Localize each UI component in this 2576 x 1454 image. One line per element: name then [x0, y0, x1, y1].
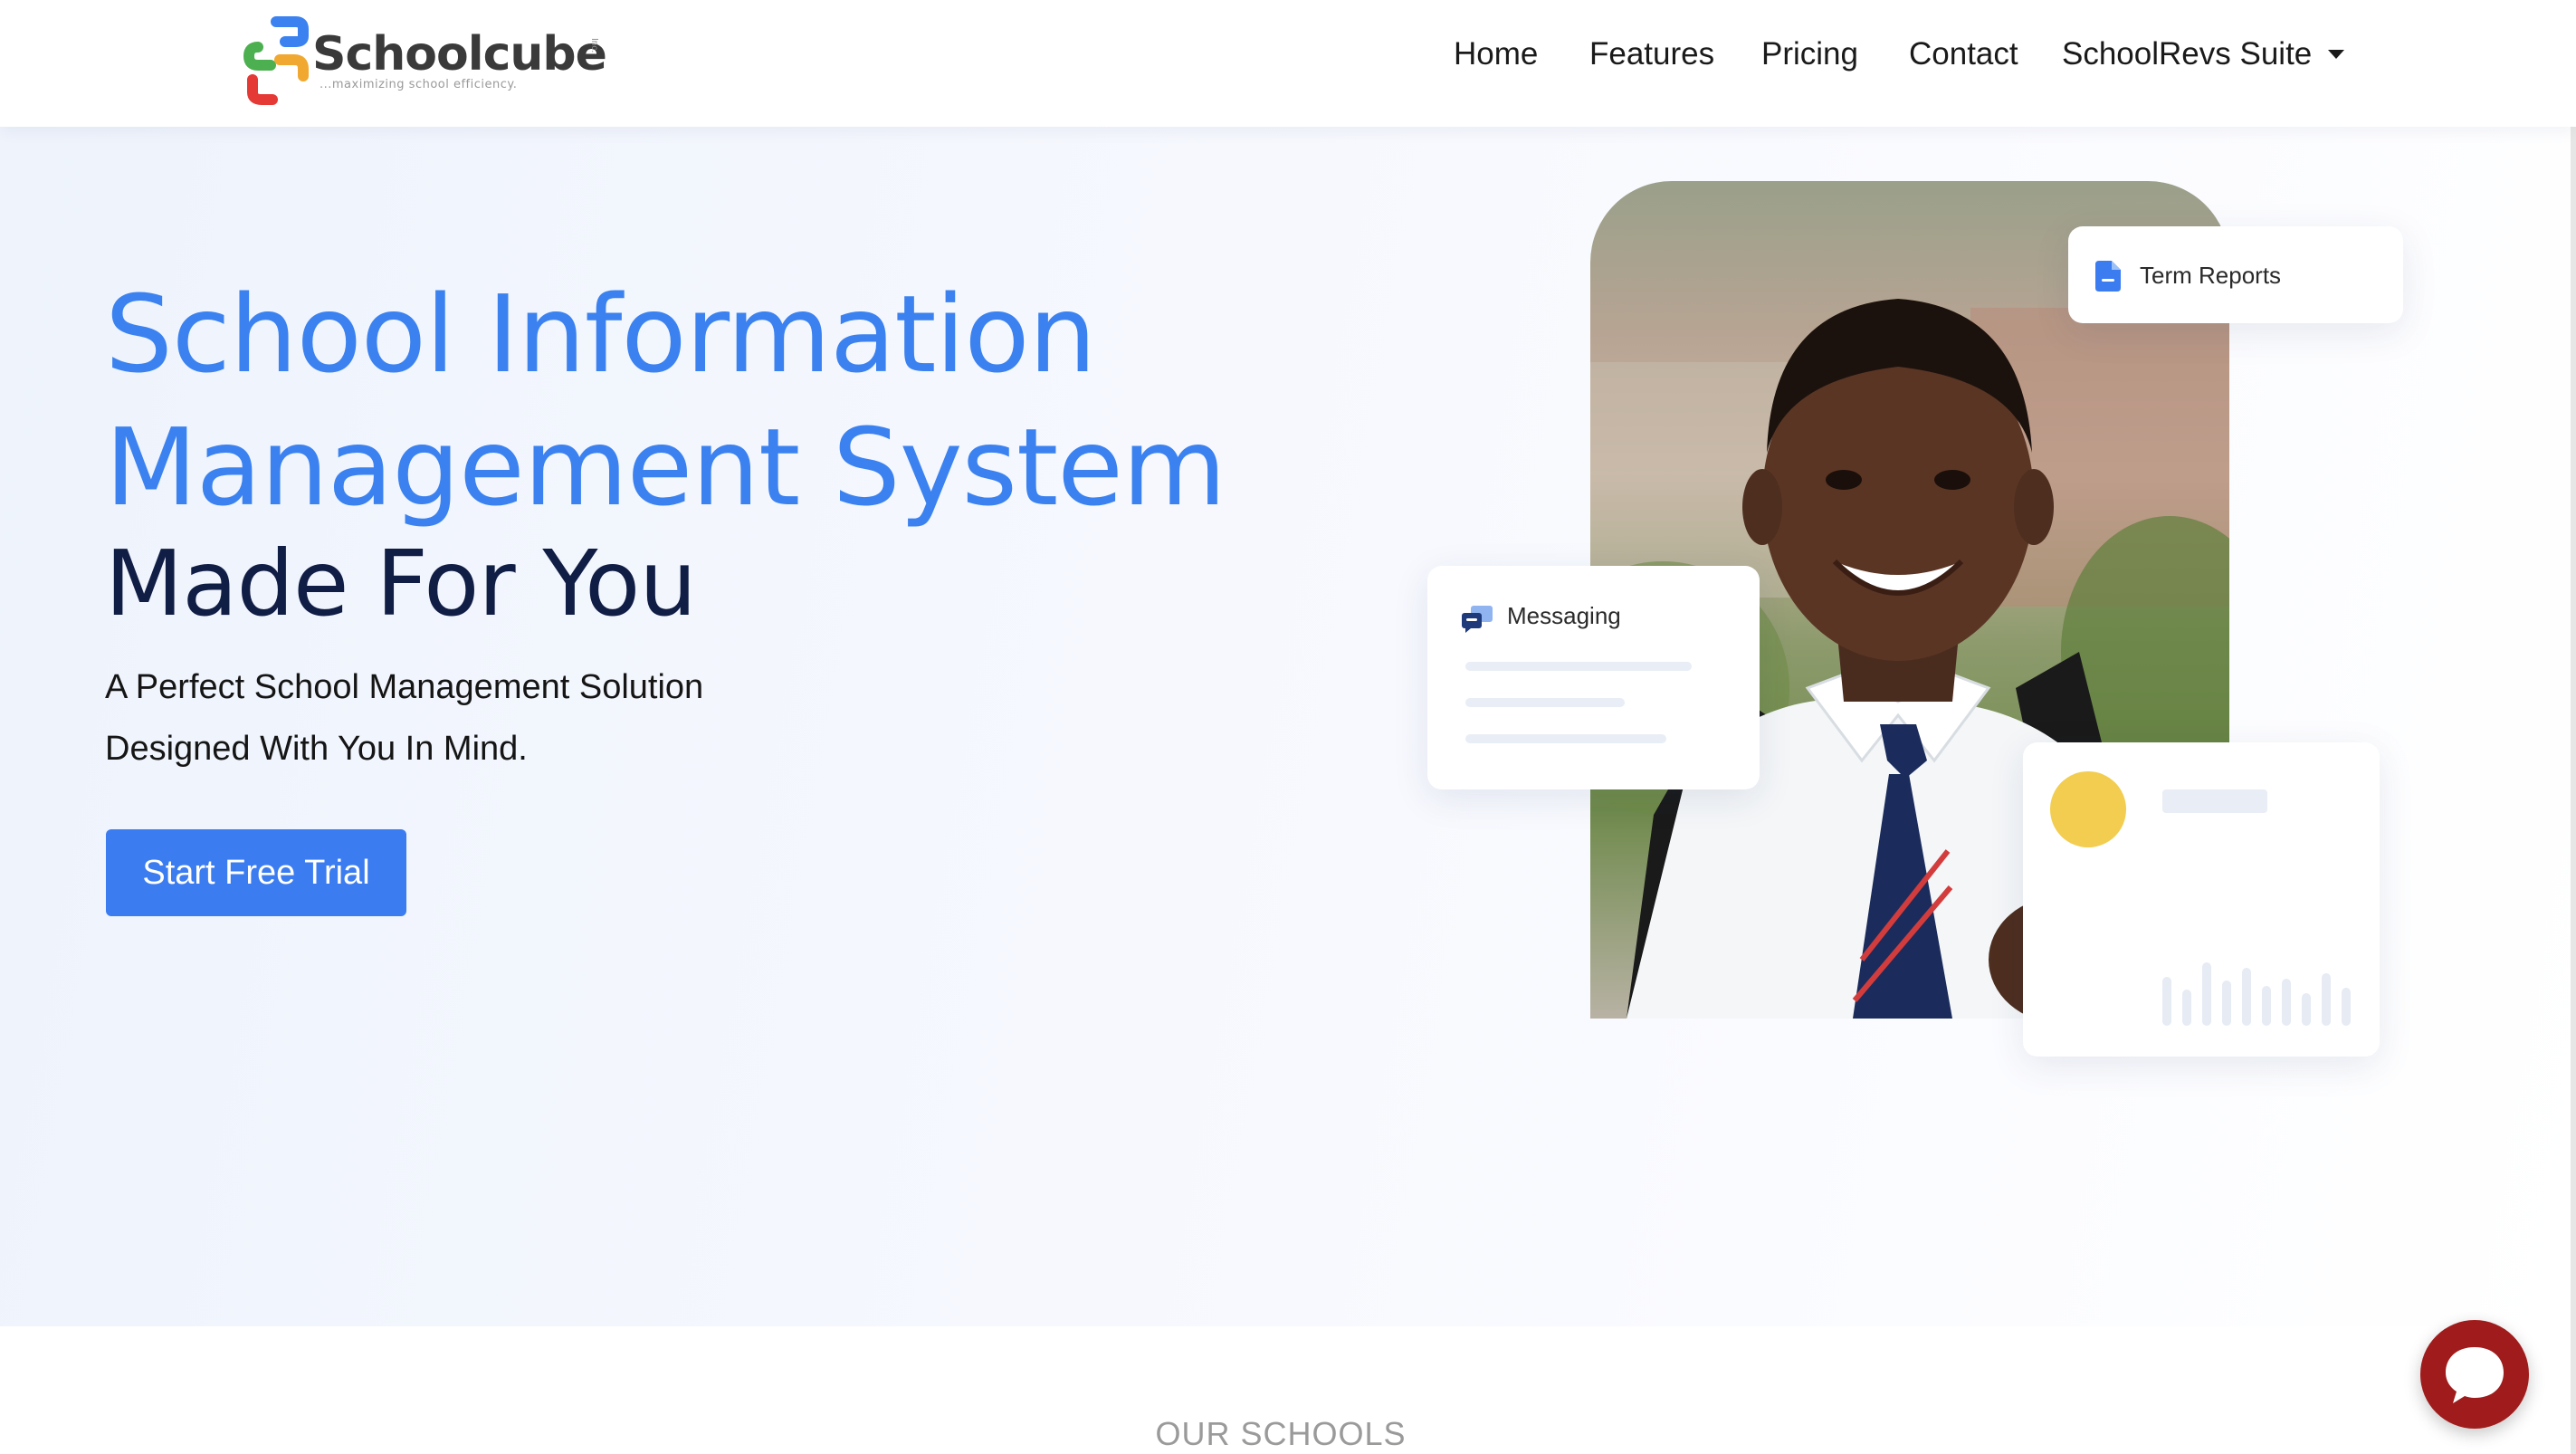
stats-card	[2023, 742, 2380, 1057]
hero-title-line-3: Made For You	[105, 531, 697, 636]
chat-icon	[1462, 606, 1493, 633]
scrollbar[interactable]	[2571, 0, 2576, 1454]
messaging-card: Messaging	[1427, 566, 1760, 789]
nav-contact[interactable]: Contact	[1909, 36, 2018, 72]
chart-bar-placeholder	[2282, 979, 2291, 1026]
messaging-label: Messaging	[1507, 602, 1621, 629]
term-reports-card: Term Reports	[2068, 226, 2403, 323]
logo-icon	[243, 16, 309, 105]
term-reports-label: Term Reports	[2140, 262, 2282, 289]
logo-wordmark: Schoolcube	[312, 27, 607, 81]
placeholder-line	[1465, 698, 1625, 707]
placeholder-bar	[2162, 789, 2267, 813]
placeholder-line	[1465, 734, 1666, 743]
chart-bar-placeholder	[2162, 977, 2171, 1026]
nav-schoolrevs-suite[interactable]: SchoolRevs Suite	[2062, 36, 2345, 72]
chart-bar-placeholder	[2222, 980, 2231, 1026]
nav-features[interactable]: Features	[1589, 36, 1714, 72]
our-schools-heading: OUR SCHOOLS	[1155, 1415, 1407, 1452]
document-icon	[2095, 261, 2121, 292]
logo-tagline: ...maximizing school efficiency.	[320, 78, 518, 91]
chart-bar-placeholder	[2342, 988, 2351, 1026]
chart-bar-placeholder	[2202, 962, 2211, 1026]
nav-schoolrevs-suite-label: SchoolRevs Suite	[2062, 36, 2313, 72]
navbar: Schoolcube ...maximizing school efficien…	[0, 0, 2576, 127]
placeholder-line	[1465, 662, 1692, 671]
nav-home[interactable]: Home	[1454, 36, 1538, 72]
hero-subtitle-line-1: A Perfect School Management Solution	[105, 668, 704, 706]
hero-title-line-1: School Information	[105, 272, 1096, 397]
nav-pricing[interactable]: Pricing	[1761, 36, 1858, 72]
chart-bar-placeholder	[2182, 990, 2191, 1026]
chart-bar-placeholder	[2322, 973, 2331, 1026]
chart-bar-placeholder	[2262, 986, 2271, 1026]
chat-widget-button[interactable]	[2420, 1320, 2529, 1429]
chart-bar-placeholder	[2302, 993, 2311, 1026]
start-free-trial-button[interactable]: Start Free Trial	[106, 829, 406, 916]
yellow-circle-icon	[2050, 771, 2126, 847]
chat-bubble-icon	[2446, 1347, 2504, 1403]
logo-suffix: Inc.	[589, 38, 599, 53]
hero-subtitle-line-2: Designed With You In Mind.	[105, 730, 528, 768]
chevron-down-icon	[2328, 50, 2345, 59]
hero-title-line-2: Management System	[105, 405, 1226, 530]
chart-bar-placeholder	[2242, 968, 2251, 1026]
logo[interactable]: Schoolcube ...maximizing school efficien…	[240, 13, 611, 108]
